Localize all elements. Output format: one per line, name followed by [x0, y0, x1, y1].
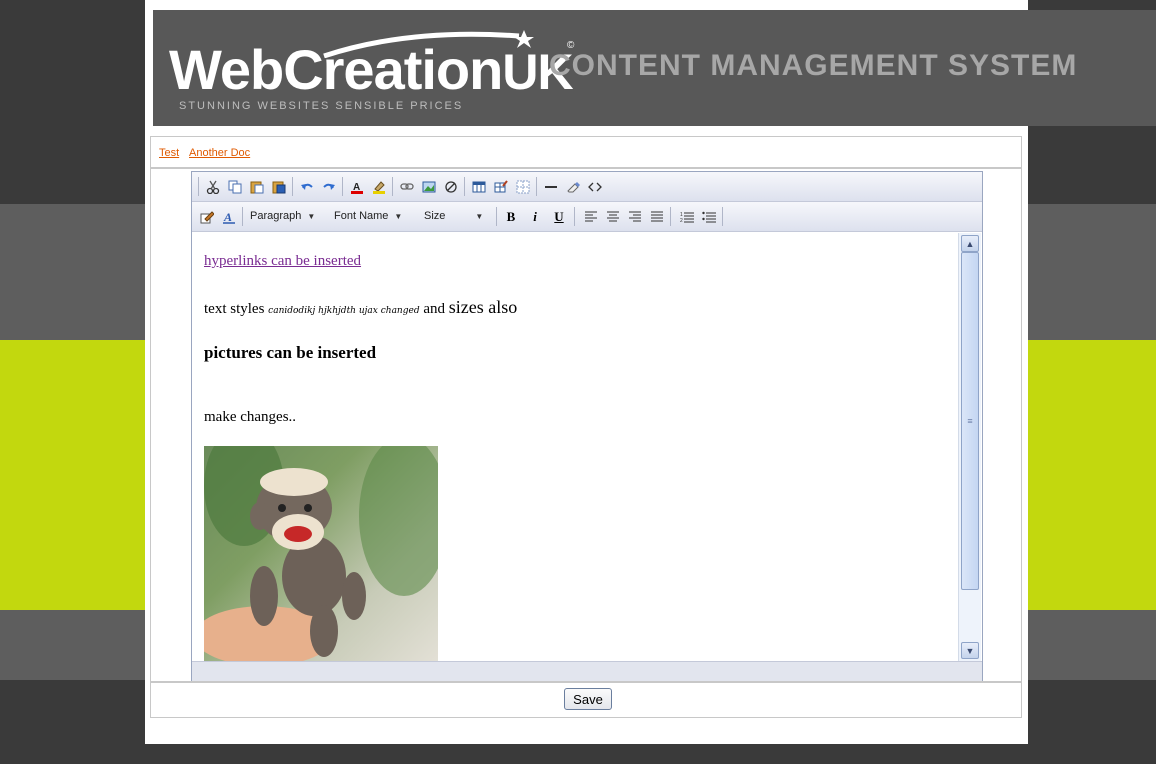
logo-text: WebCreationUK: [169, 38, 574, 101]
document-list: Test Another Doc: [150, 136, 1022, 168]
cell-props-icon[interactable]: [514, 178, 532, 195]
font-select[interactable]: Font Name ▼: [334, 207, 418, 225]
format-select[interactable]: Paragraph ▼: [250, 207, 330, 225]
cms-title: CONTENT MANAGEMENT SYSTEM: [549, 49, 1078, 82]
editor-toolbar-row-2: A Paragraph ▼ Font Name ▼ Size ▼ B i U 1…: [192, 202, 982, 232]
italic-button[interactable]: i: [526, 208, 544, 225]
text-styles-prefix: text styles: [204, 301, 269, 317]
unlink-icon[interactable]: [442, 178, 460, 195]
numbered-list-icon[interactable]: 12: [678, 208, 696, 225]
copy-icon[interactable]: [226, 178, 244, 195]
cut-icon[interactable]: [204, 178, 222, 195]
align-justify-icon[interactable]: [648, 208, 666, 225]
content-scrollbar[interactable]: ▲ ≡ ▼: [958, 233, 981, 661]
toolbar-separator: [464, 177, 465, 196]
content-heading-pictures: pictures can be inserted: [204, 343, 377, 362]
size-select[interactable]: Size ▼: [424, 207, 494, 225]
link-icon[interactable]: [398, 178, 416, 195]
image-icon[interactable]: [420, 178, 438, 195]
edit-icon[interactable]: [198, 208, 216, 225]
paste-icon[interactable]: [248, 178, 266, 195]
chevron-down-icon: ▼: [475, 211, 484, 221]
toolbar-separator: [496, 207, 497, 226]
toolbar-separator: [574, 207, 575, 226]
align-right-icon[interactable]: [626, 208, 644, 225]
site-header: WebCreationUK © STUNNING WEBSITES SENSIB…: [153, 10, 1156, 126]
toolbar-separator: [392, 177, 393, 196]
style-icon[interactable]: A: [220, 208, 238, 225]
underline-button[interactable]: U: [550, 208, 568, 225]
table-props-icon[interactable]: [492, 178, 510, 195]
toolbar-separator: [536, 177, 537, 196]
cms-page: WebCreationUK © STUNNING WEBSITES SENSIB…: [145, 0, 1156, 744]
source-code-icon[interactable]: [586, 178, 604, 195]
content-make-changes: make changes..: [204, 409, 297, 425]
font-color-icon[interactable]: A: [348, 178, 366, 195]
chevron-down-icon: ▼: [394, 211, 403, 221]
size-select-value: Size: [424, 210, 446, 222]
large-size-text: sizes also: [448, 297, 518, 317]
script-font-text: canidodikj hjkhjdth ujax changed: [268, 306, 420, 316]
editor-statusbar: [192, 661, 982, 681]
toolbar-separator: [292, 177, 293, 196]
rich-text-editor: A A Paragraph ▼ Font Name ▼ Size ▼ B i U…: [191, 171, 983, 681]
font-select-value: Font Name: [334, 210, 389, 222]
align-center-icon[interactable]: [604, 208, 622, 225]
bold-button[interactable]: B: [502, 208, 520, 225]
format-select-value: Paragraph: [250, 210, 302, 222]
align-left-icon[interactable]: [582, 208, 600, 225]
logo-tagline: STUNNING WEBSITES SENSIBLE PRICES: [179, 100, 464, 112]
chevron-down-icon: ▼: [307, 211, 316, 221]
toolbar-separator: [342, 177, 343, 196]
content-hyperlink[interactable]: hyperlinks can be inserted: [204, 253, 361, 270]
eraser-icon[interactable]: [564, 178, 582, 195]
toolbar-separator: [198, 177, 199, 196]
bullet-list-icon[interactable]: [700, 208, 718, 225]
text-styles-and: and: [419, 301, 449, 317]
scroll-up-button[interactable]: ▲: [961, 235, 979, 252]
doc-link-another-doc[interactable]: Another Doc: [189, 147, 250, 159]
save-button[interactable]: Save: [564, 688, 612, 710]
scroll-down-button[interactable]: ▼: [961, 642, 979, 659]
editor-content-area[interactable]: hyperlinks can be inserted text styles c…: [192, 233, 958, 661]
editor-frame: A A Paragraph ▼ Font Name ▼ Size ▼ B i U…: [150, 168, 1022, 682]
scrollbar-thumb[interactable]: ≡: [961, 252, 979, 590]
toolbar-separator: [722, 207, 723, 226]
paste-word-icon[interactable]: [270, 178, 288, 195]
table-icon[interactable]: [470, 178, 488, 195]
toolbar-separator: [242, 207, 243, 226]
undo-icon[interactable]: [298, 178, 316, 195]
save-bar: Save: [150, 682, 1022, 718]
svg-text:2: 2: [680, 218, 683, 223]
content-text-styles-line: text styles canidodikj hjkhjdth ujax cha…: [204, 297, 517, 318]
horizontal-rule-icon[interactable]: [542, 178, 560, 195]
doc-link-test[interactable]: Test: [159, 147, 179, 159]
highlight-icon[interactable]: [370, 178, 388, 195]
svg-text:A: A: [223, 210, 232, 224]
editor-toolbar-row-1: A: [192, 172, 982, 202]
toolbar-separator: [670, 207, 671, 226]
redo-icon[interactable]: [320, 178, 338, 195]
sock-monkey-photo[interactable]: [194, 426, 449, 661]
